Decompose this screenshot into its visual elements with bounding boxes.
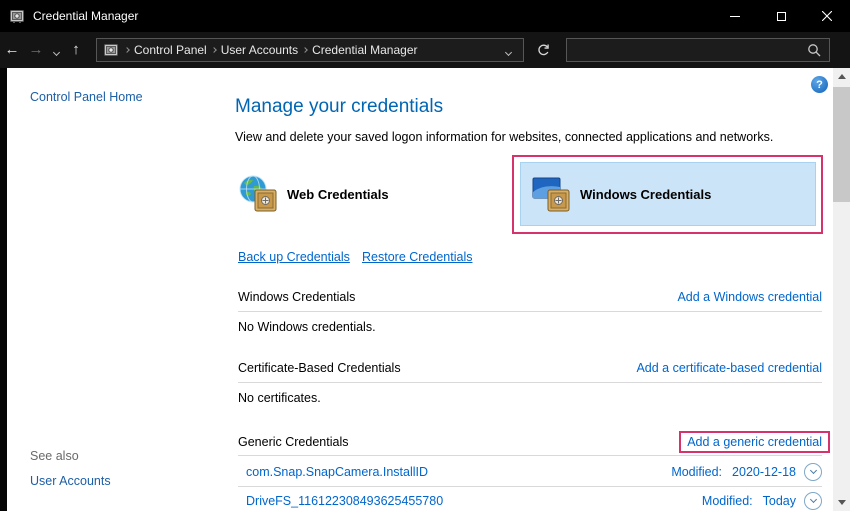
divider (238, 382, 822, 383)
up-icon: ↑ (72, 41, 80, 58)
divider (238, 486, 822, 487)
left-edge-strip (0, 68, 7, 511)
web-credentials-tile[interactable]: Web Credentials (238, 162, 389, 226)
breadcrumb-credential-manager[interactable]: Credential Manager (307, 43, 422, 57)
breadcrumb-control-panel[interactable]: Control Panel (129, 43, 212, 57)
add-generic-credential-link[interactable]: Add a generic credential (687, 435, 822, 449)
windows-credentials-label: Windows Credentials (580, 187, 711, 202)
no-windows-credentials-text: No Windows credentials. (238, 320, 376, 334)
credential-manager-app-icon (9, 8, 25, 24)
address-dropdown-button[interactable] (499, 39, 517, 61)
windows-credentials-icon (531, 174, 571, 214)
minimize-icon (730, 16, 740, 17)
divider (238, 311, 822, 312)
close-button[interactable] (804, 0, 850, 32)
scrollbar-down-button[interactable] (833, 494, 850, 511)
section-windows-credentials-header: Windows Credentials Add a Windows creden… (238, 290, 822, 304)
credential-row: DriveFS_116122308493625455780 Modified: … (238, 489, 822, 511)
section-heading: Windows Credentials (238, 290, 355, 304)
help-button[interactable]: ? (811, 76, 828, 93)
credential-row: com.Snap.SnapCamera.InstallID Modified: … (238, 460, 822, 484)
chevron-down-icon (809, 467, 816, 474)
windows-credentials-tile[interactable]: Windows Credentials (520, 162, 816, 226)
breadcrumb-user-accounts[interactable]: User Accounts (216, 43, 303, 57)
add-certificate-credential-link[interactable]: Add a certificate-based credential (636, 361, 822, 375)
search-icon[interactable] (807, 43, 821, 57)
credential-name-link[interactable]: DriveFS_116122308493625455780 (246, 494, 443, 508)
divider (238, 455, 822, 456)
chevron-down-icon (52, 48, 59, 55)
page-subtitle: View and delete your saved logon informa… (235, 130, 773, 144)
up-button[interactable]: ↑ (64, 36, 88, 64)
back-icon: ← (5, 41, 20, 58)
help-icon: ? (816, 79, 823, 91)
web-credentials-icon (238, 174, 278, 214)
content-area: ? Control Panel Home See also User Accou… (0, 68, 850, 511)
window-title: Credential Manager (33, 9, 138, 23)
section-heading: Certificate-Based Credentials (238, 361, 401, 375)
credential-row-meta: Modified: Today (702, 492, 822, 510)
modified-value: Today (763, 494, 796, 508)
expand-credential-button[interactable] (804, 492, 822, 510)
scroll-up-icon (838, 74, 846, 79)
navigation-bar: ← → ↑ Control Panel User Accounts Creden… (0, 32, 850, 68)
add-windows-credential-link[interactable]: Add a Windows credential (677, 290, 822, 304)
maximize-button[interactable] (758, 0, 804, 32)
section-certificate-credentials-header: Certificate-Based Credentials Add a cert… (238, 361, 822, 375)
titlebar: Credential Manager (0, 0, 850, 32)
section-heading: Generic Credentials (238, 435, 348, 449)
close-icon (822, 11, 832, 21)
annotation-box-add-generic-credential: Add a generic credential (679, 431, 830, 453)
page-title: Manage your credentials (235, 96, 443, 118)
history-dropdown-button[interactable] (48, 36, 64, 64)
no-certificates-text: No certificates. (238, 391, 321, 405)
modified-label: Modified: (671, 465, 722, 479)
forward-button[interactable]: → (24, 36, 48, 64)
forward-icon: → (29, 41, 44, 58)
vertical-scrollbar[interactable] (833, 68, 850, 511)
credential-name-link[interactable]: com.Snap.SnapCamera.InstallID (246, 465, 428, 479)
back-button[interactable]: ← (0, 36, 24, 64)
see-also-label: See also (30, 449, 79, 463)
window-controls (712, 0, 850, 32)
web-credentials-label: Web Credentials (287, 187, 389, 202)
credential-manager-window: Credential Manager ← → ↑ Control Panel (0, 0, 850, 511)
sidebar-item-control-panel-home[interactable]: Control Panel Home (30, 90, 143, 104)
scrollbar-thumb[interactable] (833, 87, 850, 202)
sidebar-item-user-accounts[interactable]: User Accounts (30, 474, 111, 488)
address-bar[interactable]: Control Panel User Accounts Credential M… (96, 38, 524, 62)
scroll-down-icon (838, 500, 846, 505)
minimize-button[interactable] (712, 0, 758, 32)
expand-credential-button[interactable] (804, 463, 822, 481)
refresh-button[interactable] (530, 37, 556, 63)
modified-label: Modified: (702, 494, 753, 508)
section-generic-credentials-header: Generic Credentials Add a generic creden… (238, 431, 822, 453)
refresh-icon (536, 43, 551, 58)
restore-credentials-link[interactable]: Restore Credentials (362, 250, 472, 264)
scrollbar-up-button[interactable] (833, 68, 850, 85)
search-input[interactable] (567, 43, 807, 57)
backup-credentials-link[interactable]: Back up Credentials (238, 250, 350, 264)
modified-value: 2020-12-18 (732, 465, 796, 479)
address-location-icon (103, 42, 119, 58)
chevron-down-icon (504, 48, 511, 55)
chevron-down-icon (809, 496, 816, 503)
maximize-icon (777, 12, 786, 21)
search-box (566, 38, 830, 62)
credential-row-meta: Modified: 2020-12-18 (671, 463, 822, 481)
